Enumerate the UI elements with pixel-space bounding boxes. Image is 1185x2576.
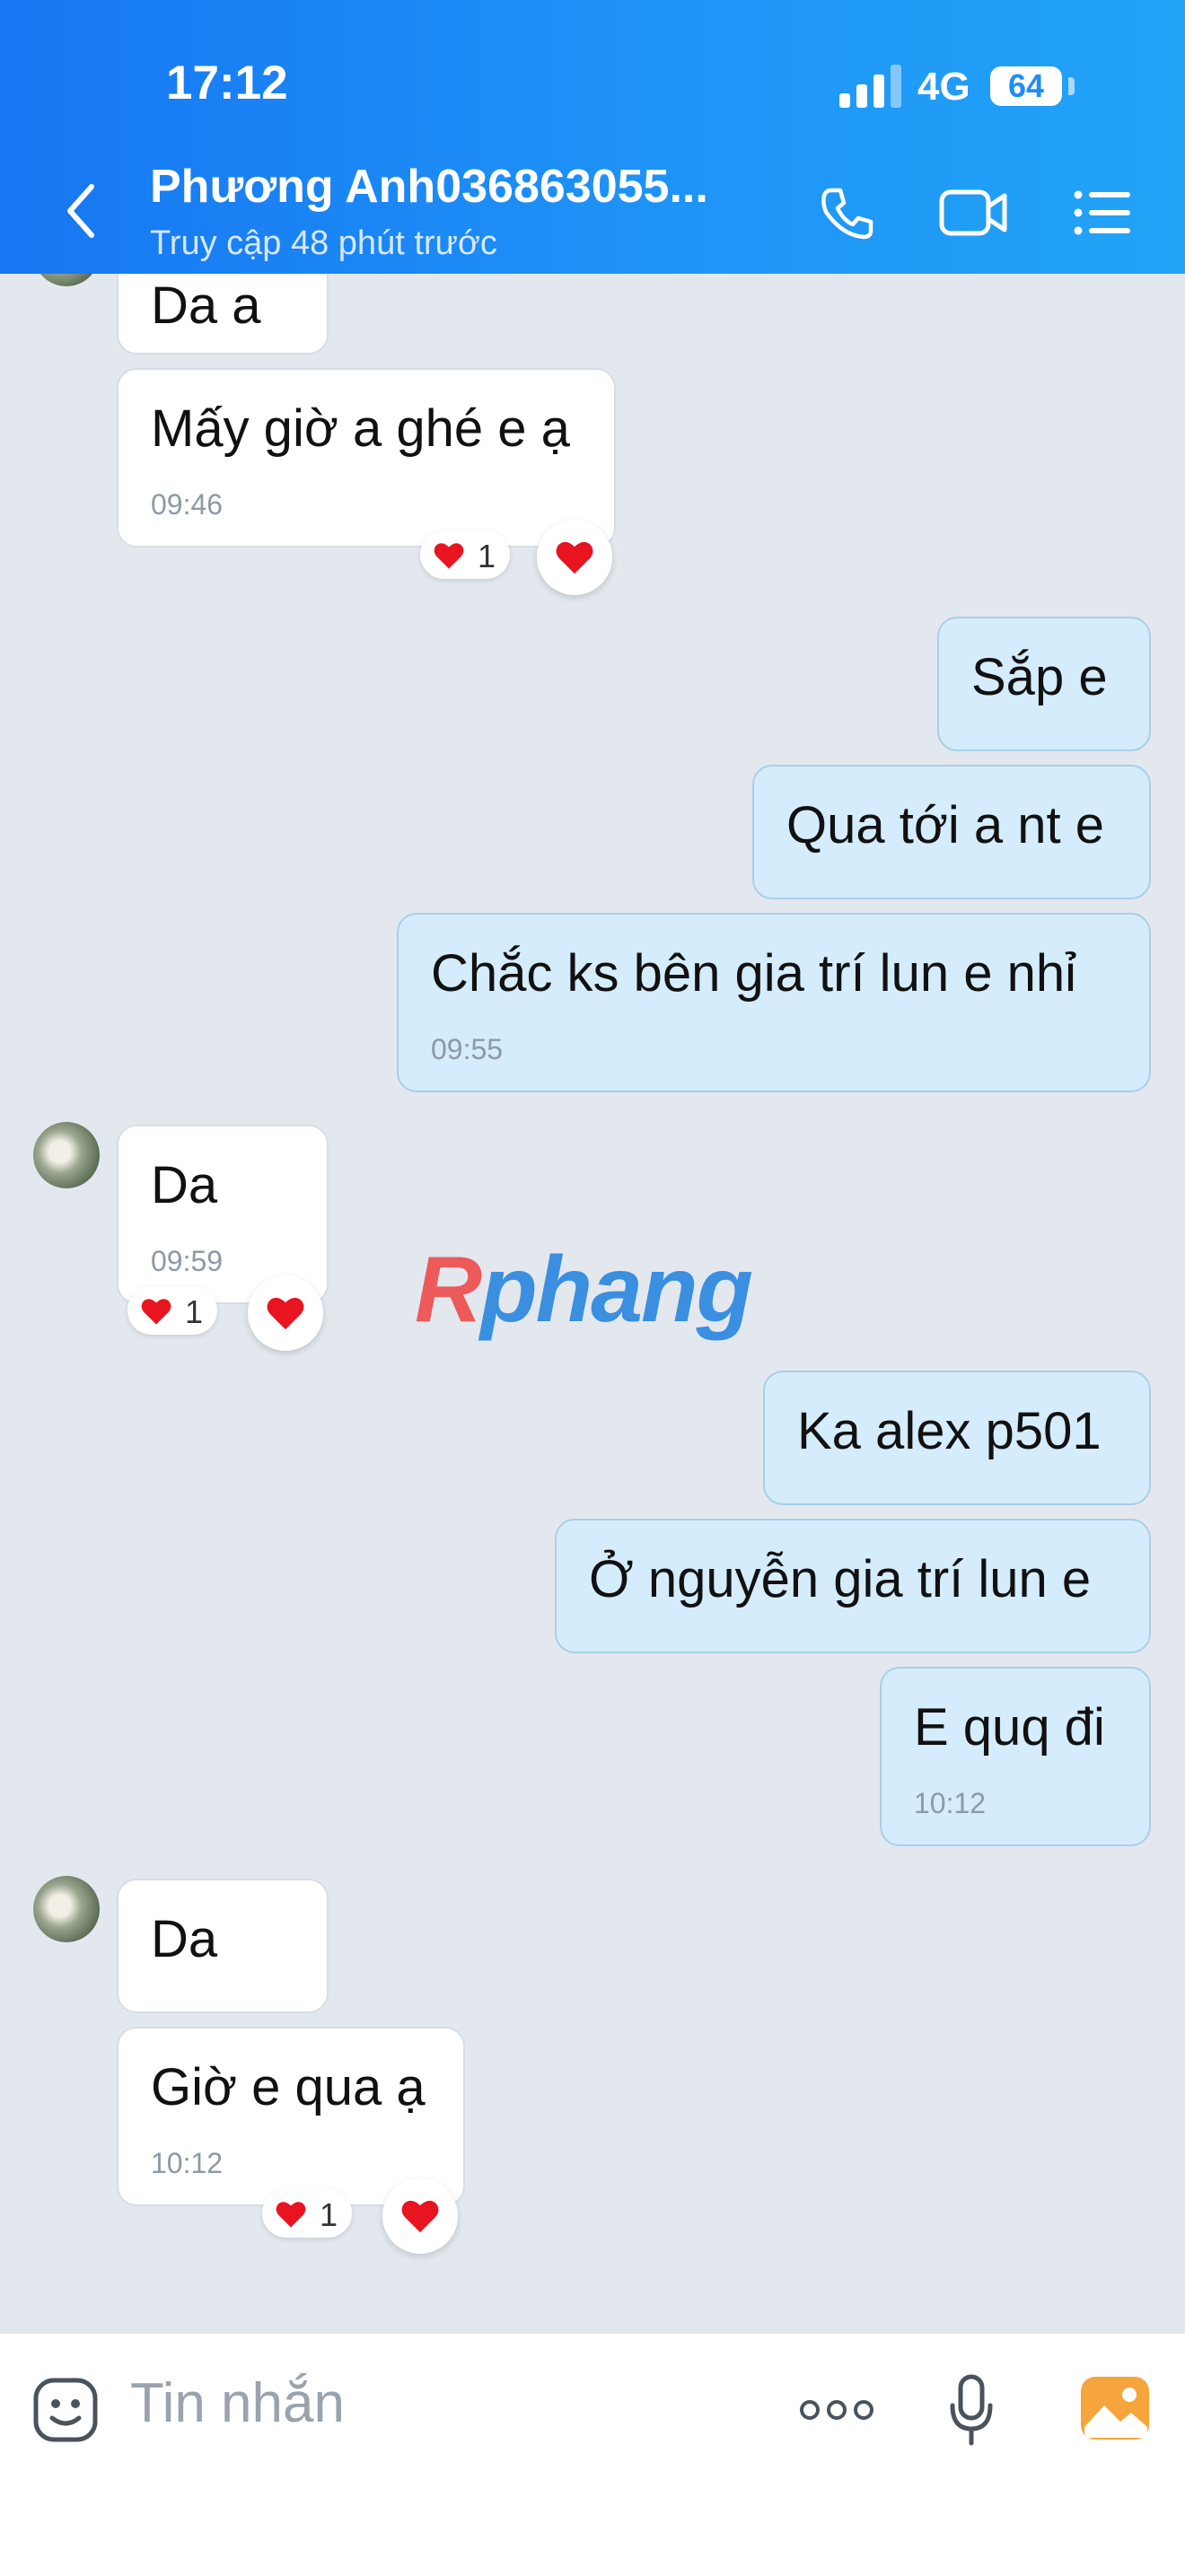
message-text: E quq đi: [914, 1698, 1105, 1757]
reaction-count-badge[interactable]: 1: [262, 2189, 352, 2238]
watermark-part1: R: [415, 1238, 482, 1342]
message-text: Sắp e: [971, 648, 1108, 706]
message-text: Da: [151, 1156, 218, 1214]
heart-icon: [267, 1297, 304, 1330]
reaction-count: 1: [320, 2196, 338, 2233]
battery-nub: [1068, 77, 1075, 95]
message-composer: Tin nhắn: [0, 2332, 1185, 2576]
message-time: 09:55: [431, 1033, 504, 1065]
outgoing-message-bubble[interactable]: Chắc ks bên gia trí lun e nhỉ 09:55: [397, 913, 1151, 1092]
message-time: 10:12: [151, 2147, 224, 2179]
react-button[interactable]: [382, 2178, 458, 2254]
react-button[interactable]: [537, 520, 612, 595]
reaction-count-badge[interactable]: 1: [127, 1286, 217, 1335]
phone-icon[interactable]: [819, 185, 876, 242]
react-button[interactable]: [248, 1275, 323, 1351]
sticker-face-icon[interactable]: [32, 2377, 99, 2443]
message-text: Ka alex p501: [797, 1402, 1102, 1460]
heart-icon: [141, 1299, 171, 1325]
message-text: Giờ e qua ạ: [151, 2058, 426, 2116]
outgoing-message-bubble[interactable]: Qua tới a nt e: [752, 765, 1151, 899]
microphone-icon[interactable]: [948, 2373, 995, 2447]
message-text: Mấy giờ a ghé e ạ: [151, 399, 570, 458]
watermark-logo: Rphang: [415, 1237, 753, 1344]
reaction-count: 1: [185, 1293, 204, 1330]
watermark-part2: phang: [480, 1238, 753, 1342]
reaction-count: 1: [478, 538, 496, 574]
outgoing-message-bubble[interactable]: E quq đi 10:12: [880, 1667, 1151, 1846]
heart-icon: [434, 543, 464, 569]
battery-indicator: 64: [990, 66, 1062, 106]
heart-icon: [401, 2200, 439, 2233]
message-time: 09:59: [151, 1245, 224, 1277]
contact-name[interactable]: Phương Anh036863055...: [150, 160, 708, 214]
avatar[interactable]: [33, 1876, 100, 1942]
heart-icon: [556, 541, 593, 574]
outgoing-message-bubble[interactable]: Ở nguyễn gia trí lun e: [555, 1519, 1151, 1653]
outgoing-message-bubble[interactable]: Sắp e: [937, 617, 1151, 751]
heart-icon: [276, 2202, 306, 2228]
incoming-message-bubble[interactable]: Mấy giờ a ghé e ạ 09:46: [117, 368, 616, 548]
message-time: 09:46: [151, 488, 224, 521]
incoming-message-bubble[interactable]: Da: [117, 1879, 329, 2013]
message-text: Ở nguyễn gia trí lun e: [589, 1550, 1092, 1608]
last-seen-status: Truy cập 48 phút trước: [150, 224, 497, 262]
image-gallery-icon[interactable]: [1079, 2375, 1151, 2441]
reaction-count-badge[interactable]: 1: [420, 530, 510, 579]
message-text: Da: [151, 1910, 218, 1968]
video-camera-icon[interactable]: [938, 187, 1010, 239]
network-type: 4G: [917, 65, 970, 109]
chat-header: 17:12 4G 64 Phương Anh036863055... Truy …: [0, 0, 1185, 274]
message-input[interactable]: Tin nhắn: [130, 2371, 345, 2435]
message-time: 10:12: [914, 1787, 987, 1819]
message-text: Da a: [151, 276, 261, 335]
message-text: Qua tới a nt e: [786, 796, 1105, 854]
message-text: Chắc ks bên gia trí lun e nhỉ: [431, 944, 1076, 1003]
avatar[interactable]: [33, 1122, 100, 1188]
avatar[interactable]: [33, 274, 100, 286]
signal-icon: [839, 65, 902, 108]
outgoing-message-bubble[interactable]: Ka alex p501: [763, 1371, 1151, 1505]
status-time: 17:12: [166, 57, 288, 110]
list-menu-icon[interactable]: [1073, 188, 1132, 237]
more-dots-icon[interactable]: [799, 2398, 874, 2422]
incoming-message-bubble[interactable]: Da a: [117, 274, 329, 355]
chevron-left-icon[interactable]: [56, 180, 110, 242]
